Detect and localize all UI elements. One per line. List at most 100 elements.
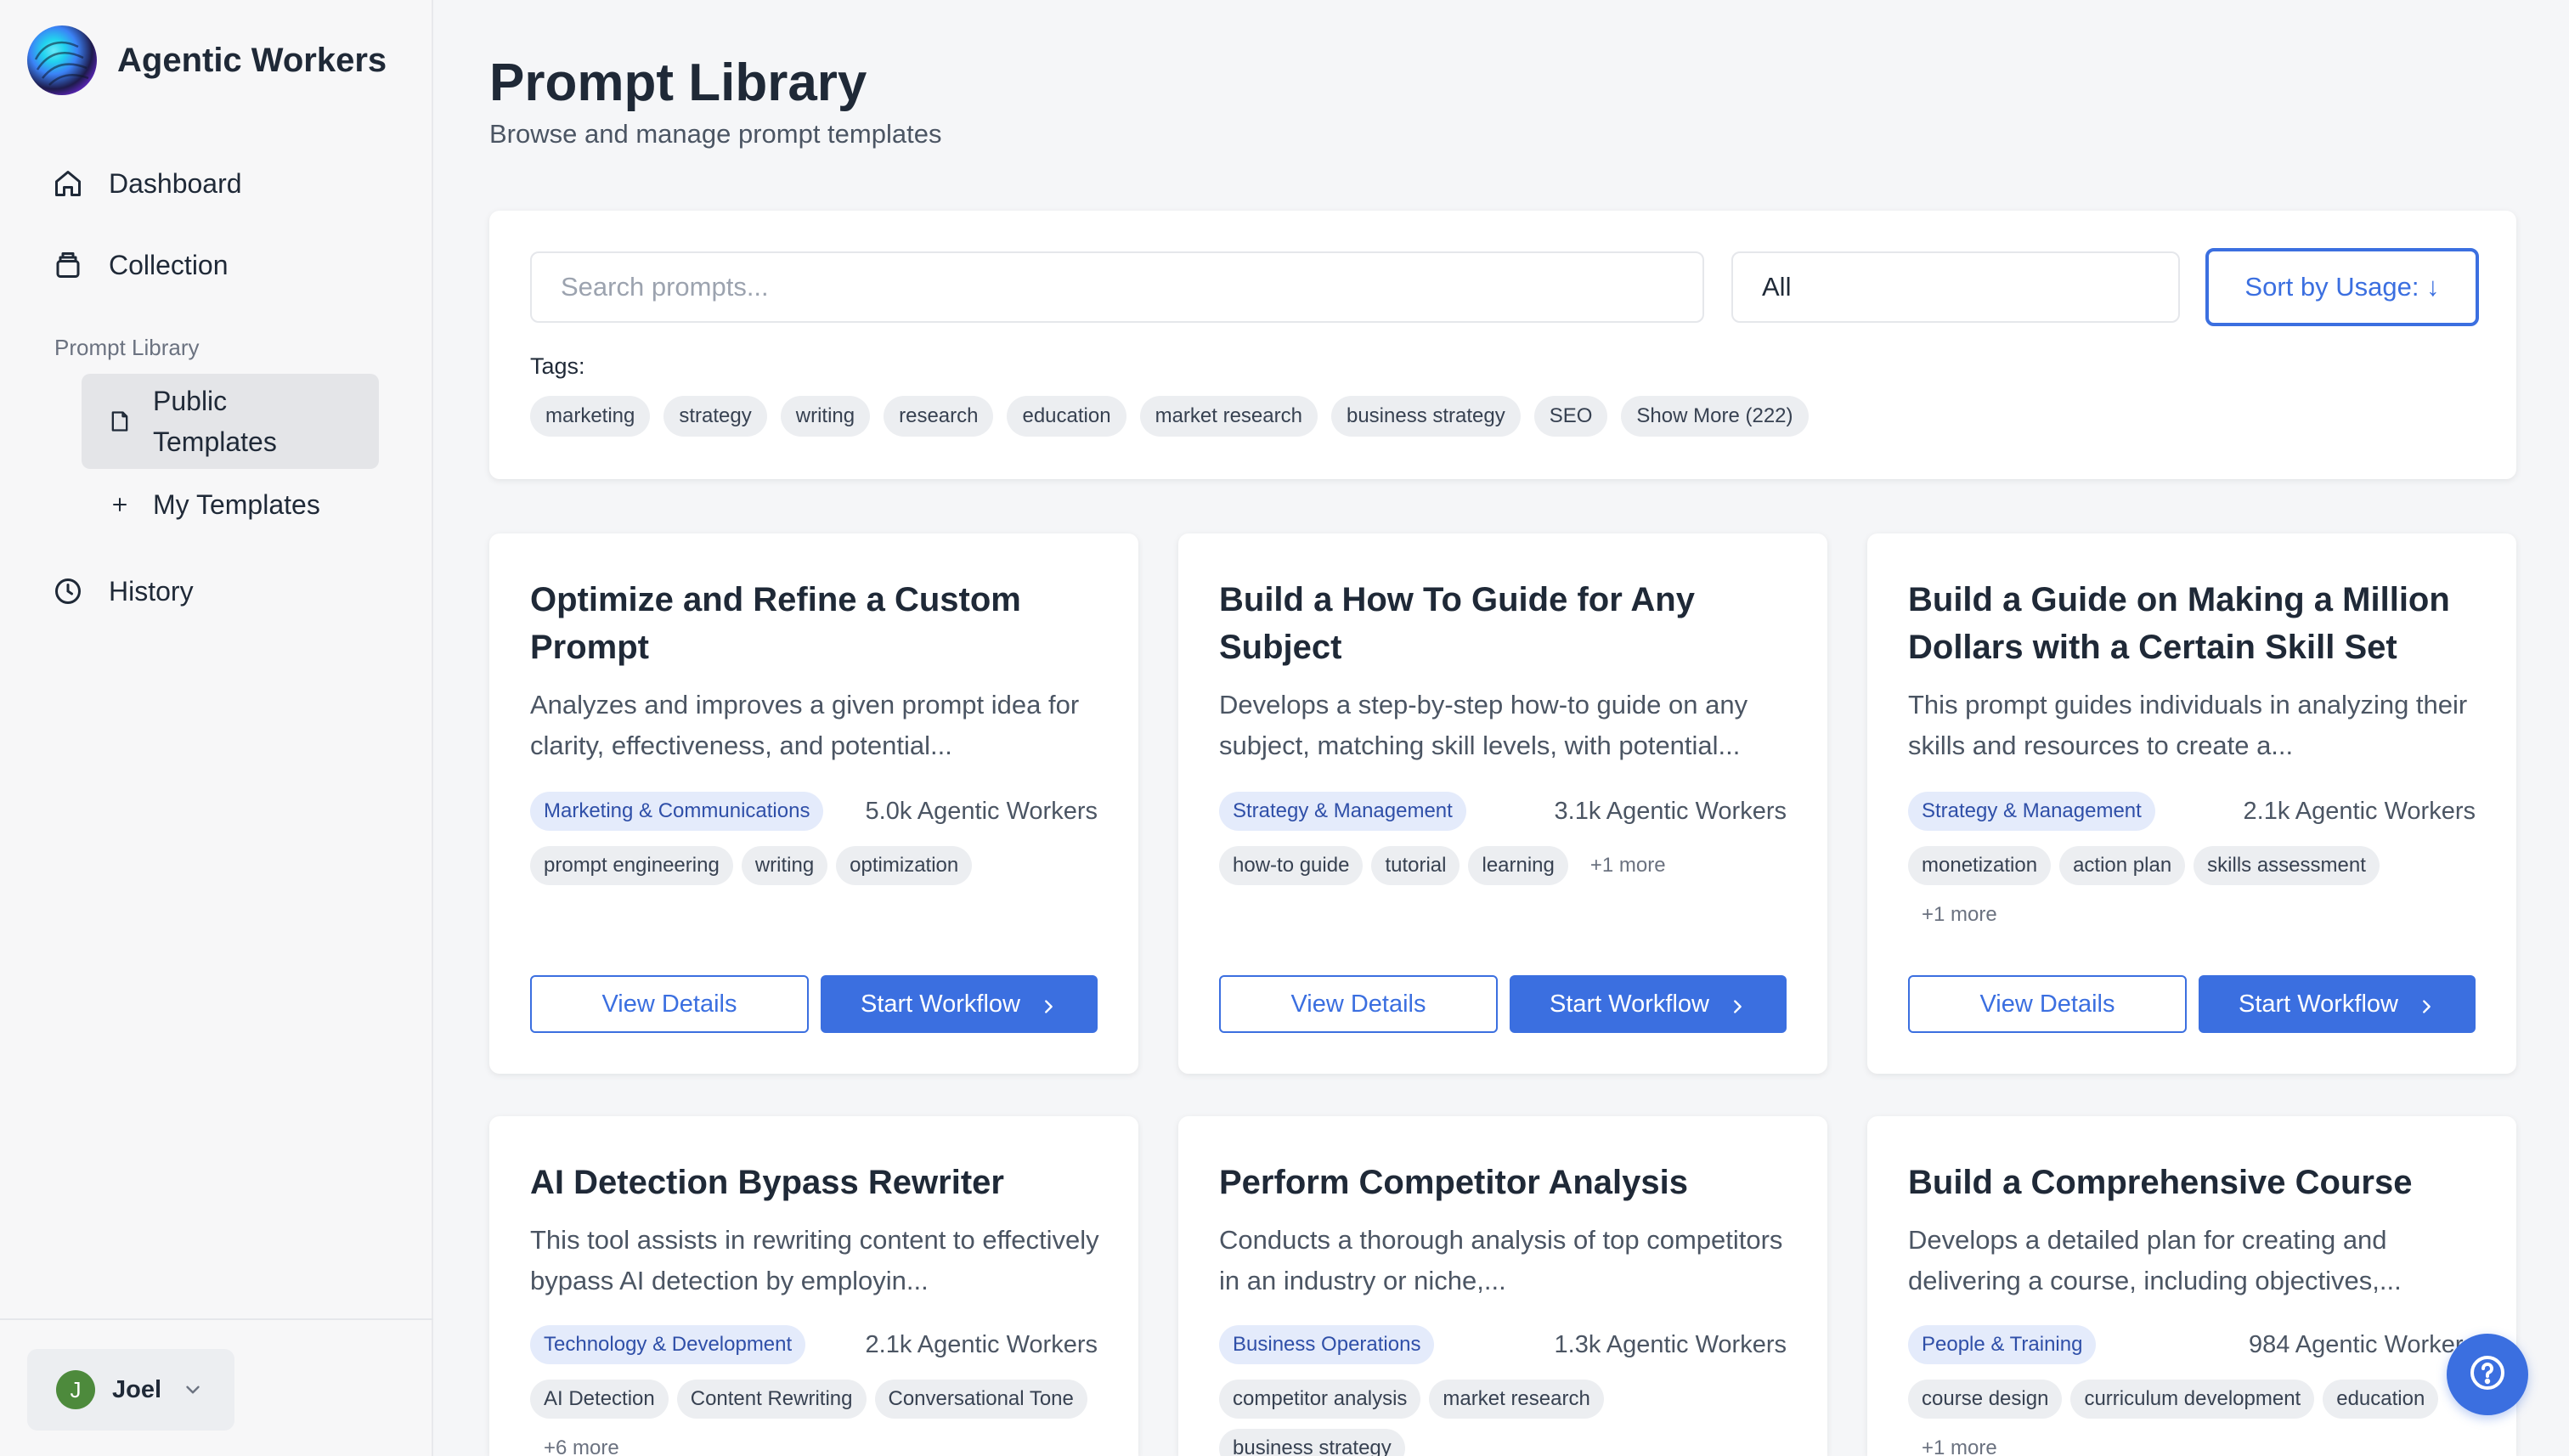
user-name: Joel <box>112 1375 162 1403</box>
tag-filter[interactable]: education <box>1007 396 1126 437</box>
card-tag: AI Detection <box>530 1380 669 1419</box>
button-label: Start Workflow <box>2238 990 2398 1018</box>
card-tag: Conversational Tone <box>874 1380 1087 1419</box>
card-meta: Marketing & Communications 5.0k Agentic … <box>530 792 1098 831</box>
card-tag: course design <box>1908 1380 2063 1419</box>
show-more-tags-button[interactable]: Show More (222) <box>1621 396 1809 437</box>
card-tag: Content Rewriting <box>676 1380 867 1419</box>
card-tag: writing <box>741 846 828 885</box>
user-menu-button[interactable]: J Joel <box>27 1349 234 1431</box>
category-badge: Technology & Development <box>530 1325 806 1364</box>
view-details-button[interactable]: View Details <box>530 975 809 1033</box>
usage-count: 1.3k Agentic Workers <box>1554 1330 1787 1358</box>
card-tag-list: AI Detection Content Rewriting Conversat… <box>530 1380 1108 1456</box>
clock-icon <box>51 574 85 608</box>
brand-name: Agentic Workers <box>117 41 387 79</box>
card-title: Build a How To Guide for Any Subject <box>1219 581 1695 666</box>
prompt-card: Build a Guide on Making a Million Dollar… <box>1867 533 2516 1074</box>
card-tag: skills assessment <box>2194 846 2380 885</box>
card-tag-list: how-to guide tutorial learning +1 more <box>1219 846 1797 885</box>
tag-filter[interactable]: market research <box>1139 396 1318 437</box>
prompt-card: Optimize and Refine a Custom Prompt Anal… <box>489 533 1138 1074</box>
card-title: AI Detection Bypass Rewriter <box>530 1164 1004 1201</box>
prompt-card: Build a How To Guide for Any Subject Dev… <box>1178 533 1827 1074</box>
tag-filter[interactable]: SEO <box>1533 396 1608 437</box>
tag-filter[interactable]: business strategy <box>1330 396 1521 437</box>
tag-filter[interactable]: research <box>884 396 994 437</box>
card-tag: how-to guide <box>1219 846 1364 885</box>
sidebar-item-dashboard[interactable]: Dashboard <box>51 166 242 200</box>
filter-panel: All Sort by Usage: ↓ Tags: marketing str… <box>489 211 2516 479</box>
search-input[interactable] <box>530 251 1704 323</box>
sidebar-item-history[interactable]: History <box>51 574 194 608</box>
sidebar: Agentic Workers Dashboard Collection Pro… <box>0 0 433 1456</box>
card-tag-list: prompt engineering writing optimization <box>530 846 1108 885</box>
chevron-down-icon <box>182 1379 204 1401</box>
view-details-button[interactable]: View Details <box>1908 975 2187 1033</box>
sidebar-item-label: Public Templates <box>153 386 277 457</box>
card-description: Analyzes and improves a given prompt ide… <box>530 690 1080 760</box>
card-tag: optimization <box>836 846 973 885</box>
plus-icon <box>107 492 133 517</box>
more-tags-count: +6 more <box>544 1436 619 1456</box>
card-tag: tutorial <box>1371 846 1460 885</box>
card-tag: action plan <box>2059 846 2186 885</box>
tag-filter[interactable]: marketing <box>530 396 651 437</box>
page-title: Prompt Library <box>489 54 867 112</box>
card-tag: competitor analysis <box>1219 1380 1421 1419</box>
sort-button[interactable]: Sort by Usage: ↓ <box>2205 248 2479 326</box>
chevron-right-icon <box>1039 995 1058 1013</box>
card-description: This tool assists in rewriting content t… <box>530 1225 1099 1295</box>
tag-filter[interactable]: strategy <box>663 396 767 437</box>
sidebar-item-collection[interactable]: Collection <box>51 248 229 282</box>
start-workflow-button[interactable]: Start Workflow <box>821 975 1098 1033</box>
category-badge: Strategy & Management <box>1219 792 1466 831</box>
sidebar-item-my-templates[interactable]: My Templates <box>82 486 379 523</box>
document-icon <box>107 409 133 434</box>
card-meta: Strategy & Management 2.1k Agentic Worke… <box>1908 792 2476 831</box>
usage-count: 2.1k Agentic Workers <box>865 1330 1098 1358</box>
card-tag: learning <box>1468 846 1568 885</box>
usage-count: 2.1k Agentic Workers <box>2243 797 2476 825</box>
card-title: Perform Competitor Analysis <box>1219 1164 1688 1201</box>
start-workflow-button[interactable]: Start Workflow <box>1510 975 1787 1033</box>
tag-filter-list: marketing strategy writing research educ… <box>530 396 1809 437</box>
folder-icon <box>51 248 85 282</box>
start-workflow-button[interactable]: Start Workflow <box>2199 975 2476 1033</box>
sidebar-item-public-templates[interactable]: Public Templates <box>82 374 379 469</box>
category-badge: People & Training <box>1908 1325 2097 1364</box>
sidebar-item-label: History <box>109 575 194 607</box>
card-tag-list: course design curriculum development edu… <box>1908 1380 2486 1456</box>
card-description: Develops a detailed plan for creating an… <box>1908 1225 2402 1295</box>
card-tag: business strategy <box>1219 1429 1405 1456</box>
card-title: Build a Comprehensive Course <box>1908 1164 2413 1201</box>
card-tag: prompt engineering <box>530 846 733 885</box>
card-tag: market research <box>1429 1380 1604 1419</box>
prompt-card: Perform Competitor Analysis Conducts a t… <box>1178 1116 1827 1456</box>
tag-filter[interactable]: writing <box>780 396 871 437</box>
more-tags-count: +1 more <box>1589 854 1666 877</box>
card-meta: Business Operations 1.3k Agentic Workers <box>1219 1325 1787 1364</box>
usage-count: 984 Agentic Workers <box>2248 1330 2476 1358</box>
card-meta: Strategy & Management 3.1k Agentic Worke… <box>1219 792 1787 831</box>
card-meta: Technology & Development 2.1k Agentic Wo… <box>530 1325 1098 1364</box>
button-label: Start Workflow <box>860 990 1020 1018</box>
card-description: Conducts a thorough analysis of top comp… <box>1219 1225 1783 1295</box>
card-title: Build a Guide on Making a Million Dollar… <box>1908 581 2450 666</box>
sidebar-footer: J Joel <box>0 1318 433 1456</box>
category-select[interactable]: All <box>1731 251 2180 323</box>
card-tag: education <box>2323 1380 2439 1419</box>
view-details-button[interactable]: View Details <box>1219 975 1498 1033</box>
category-badge: Strategy & Management <box>1908 792 2155 831</box>
prompt-card: Build a Comprehensive Course Develops a … <box>1867 1116 2516 1456</box>
help-button[interactable] <box>2447 1334 2528 1415</box>
avatar: J <box>56 1370 95 1409</box>
card-description: This prompt guides individuals in analyz… <box>1908 690 2468 760</box>
brand[interactable]: Agentic Workers <box>27 25 387 95</box>
card-tag-list: monetization action plan skills assessme… <box>1908 846 2486 934</box>
tags-label: Tags: <box>530 353 585 379</box>
prompt-card: AI Detection Bypass Rewriter This tool a… <box>489 1116 1138 1456</box>
more-tags-count: +1 more <box>1922 1436 1997 1456</box>
chevron-right-icon <box>1728 995 1747 1013</box>
brand-logo-icon <box>27 25 97 95</box>
